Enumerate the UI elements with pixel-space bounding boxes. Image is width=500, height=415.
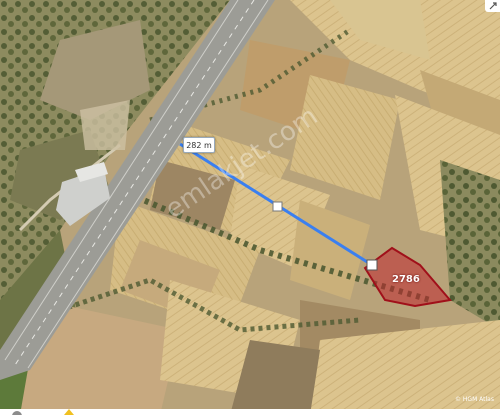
endpoint-handle[interactable] bbox=[366, 259, 378, 271]
measurement-overlay bbox=[179, 142, 452, 308]
app-icon[interactable] bbox=[12, 411, 22, 415]
satellite-map[interactable]: 282 m 2786 emlakjet.com © HGM Atlas bbox=[0, 0, 500, 415]
parcel-number: 2786 bbox=[392, 274, 420, 285]
midpoint-handle[interactable] bbox=[272, 201, 283, 212]
bottom-bar bbox=[0, 409, 500, 415]
warning-icon[interactable] bbox=[64, 409, 74, 415]
map-attribution: © HGM Atlas bbox=[455, 396, 494, 403]
map-control-button[interactable] bbox=[485, 0, 500, 12]
distance-label: 282 m bbox=[183, 137, 215, 153]
expand-icon bbox=[489, 2, 497, 10]
